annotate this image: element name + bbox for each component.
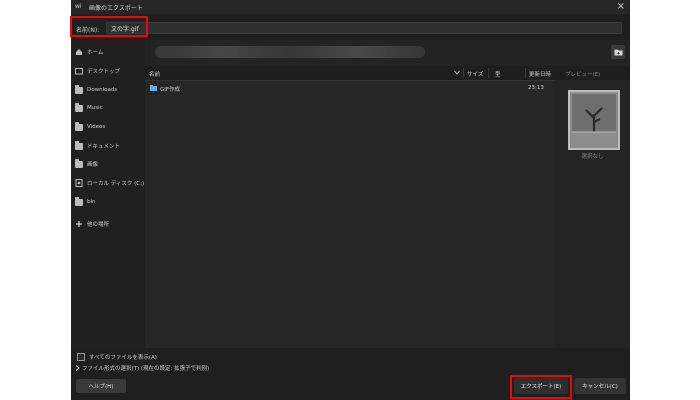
preview-thumbnail [568,90,620,150]
blurred-path-breadcrumb[interactable] [155,46,425,58]
plus-icon [76,221,82,227]
file-modified: 23:13 [528,85,544,91]
column-divider [488,68,489,78]
folder-icon [150,85,157,91]
sidebar-item-documents[interactable]: ドキュメント [75,140,145,152]
image-placeholder-icon [572,94,616,133]
title-bar: wi 画像のエクスポート × [71,0,630,14]
path-bar [145,40,630,66]
folder-icon [75,84,83,94]
column-divider [463,68,464,78]
app-icon: wi [75,3,82,10]
sidebar-item-other-locations[interactable]: 他の場所 [75,218,145,230]
sidebar-item-label: bin [87,199,96,205]
column-header-name[interactable]: 名前 [149,70,160,78]
show-all-files-row[interactable]: すべてのファイルを表示(A) [77,353,157,361]
folder-icon [75,102,83,112]
sidebar-item-label: 画像 [87,162,99,168]
sidebar-item-local-disk[interactable]: ローカル ディスク (C:) [75,177,145,189]
list-item[interactable]: GIF作成 23:13 [145,84,555,94]
show-all-files-label: すべてのファイルを表示(A) [89,355,157,361]
sidebar-item-label: Downloads [87,87,118,93]
filename-input[interactable] [106,22,622,34]
sidebar-item-label: ローカル ディスク (C:) [87,181,145,187]
sidebar-item-pictures[interactable]: 画像 [75,158,145,170]
sidebar-item-label: デスクトップ [87,69,121,75]
file-type-expander-label: ファイル形式の選択(T) (現在の設定: 拡張子で判別) [82,366,210,372]
file-list-header: 名前 サイズ 型 更新日時 [145,66,555,81]
chevron-down-icon[interactable] [454,70,460,75]
sidebar-item-label: Music [87,105,103,111]
file-list[interactable]: 名前 サイズ 型 更新日時 GIF作成 23:13 [145,66,555,348]
sidebar-item-bin[interactable]: bin [75,196,145,208]
sidebar-item-videos[interactable]: Videos [75,121,145,133]
highlight-box-export [510,375,572,399]
chevron-right-icon [75,365,80,371]
desktop-folder-icon [75,68,83,75]
places-sidebar: ホーム デスクトップ Downloads Music Videos ドキュメント… [71,40,145,348]
sidebar-item-music[interactable]: Music [75,102,145,114]
sidebar-item-label: ホーム [87,50,104,56]
preview-header: プレビュー(E) [555,66,630,80]
file-type-expander[interactable]: ファイル形式の選択(T) (現在の設定: 拡張子で判別) [75,364,209,372]
sidebar-item-label: 他の場所 [87,222,110,228]
preview-pane: プレビュー(E) 選択なし [555,66,630,348]
column-header-size[interactable]: サイズ [467,70,483,78]
name-row: 名前(N): [71,20,630,36]
close-icon[interactable]: × [617,1,625,12]
file-name: GIF作成 [160,87,181,93]
sidebar-item-label: Videos [87,124,106,130]
cancel-button[interactable]: キャンセル(C) [574,378,626,394]
sidebar-item-downloads[interactable]: Downloads [75,84,145,96]
folder-icon [75,121,83,131]
preview-title: プレビュー(E) [565,72,601,78]
column-header-modified[interactable]: 更新日時 [529,70,551,78]
help-button[interactable]: ヘルプ(H) [76,379,126,393]
sidebar-item-home[interactable]: ホーム [75,46,145,58]
column-header-type[interactable]: 型 [495,70,501,78]
show-all-files-checkbox[interactable] [77,353,85,361]
column-divider [525,68,526,78]
new-folder-icon [614,49,622,56]
no-selection-label: 選択なし [581,154,604,160]
drive-icon [75,179,83,187]
folder-icon [75,158,83,168]
home-icon [76,49,82,55]
sidebar-item-label: ドキュメント [87,144,121,150]
window-title: 画像のエクスポート [89,5,143,12]
highlight-box-filename [70,16,148,37]
sidebar-item-desktop[interactable]: デスクトップ [75,65,145,77]
folder-icon [75,196,83,206]
new-folder-button[interactable] [611,45,625,59]
folder-icon [75,140,83,150]
